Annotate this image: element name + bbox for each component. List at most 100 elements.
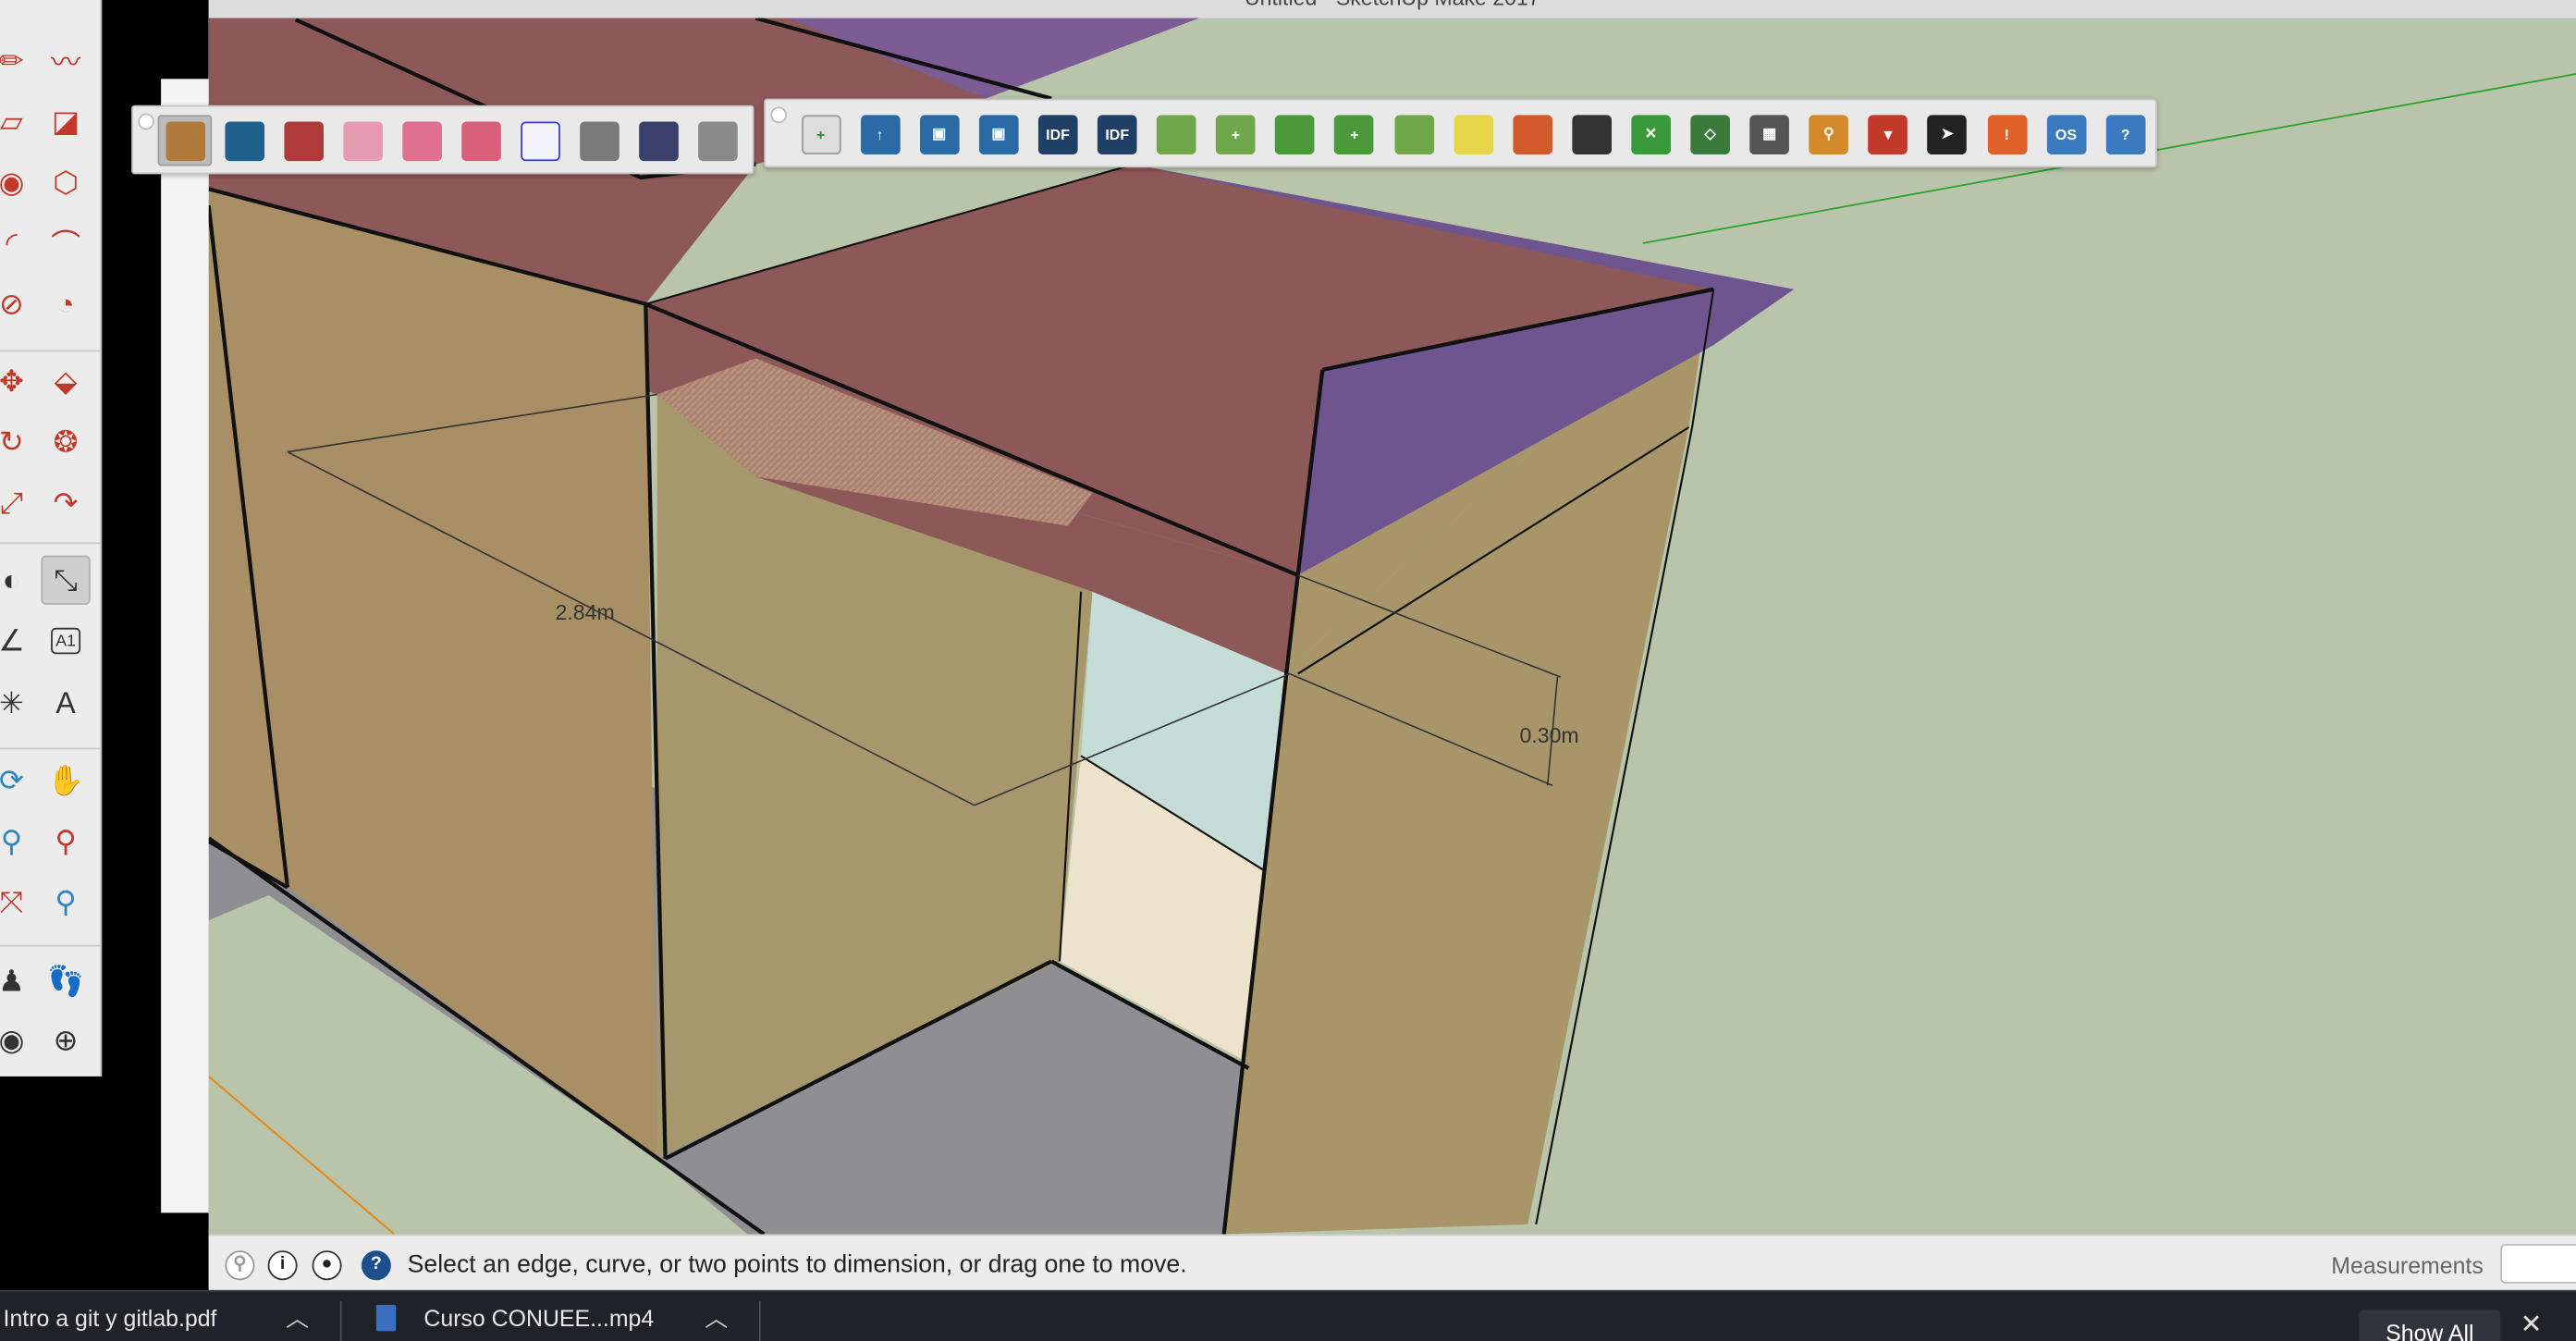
orbit-tool-icon[interactable]: ⟳ — [0, 756, 36, 805]
arc-tool-icon[interactable]: ◜ — [0, 218, 36, 267]
add-light-glyph — [1453, 114, 1493, 154]
show-all-icon[interactable]: ▦ — [1742, 108, 1797, 159]
walk-tool-icon[interactable]: 👣 — [41, 956, 90, 1005]
surface-matching-icon[interactable] — [1149, 108, 1204, 159]
export-idf-icon[interactable]: IDF — [1090, 108, 1145, 159]
model-scene[interactable]: 2.84m 0.30m — [208, 18, 2576, 1235]
new-space-glyph — [165, 120, 205, 161]
add-space-type-icon[interactable]: + — [1208, 108, 1263, 159]
import-idf-icon[interactable]: IDF — [1031, 108, 1086, 159]
add-space-type-glyph: + — [1216, 114, 1256, 154]
show-all-glyph: ▦ — [1749, 114, 1790, 154]
new-file-icon[interactable]: + — [793, 108, 848, 159]
render-by-thermal-zone-icon[interactable] — [1387, 108, 1441, 159]
new-interior-partition-icon[interactable] — [453, 115, 508, 166]
instructor-help-icon[interactable]: ? — [361, 1250, 391, 1281]
credits-icon[interactable]: i — [267, 1250, 298, 1281]
import-idf-glyph: IDF — [1037, 114, 1078, 154]
dimension-width-label[interactable]: 2.84m — [556, 600, 615, 624]
openstudio-app-icon[interactable]: OS — [2039, 108, 2093, 159]
help-icon[interactable]: ? — [2098, 108, 2153, 159]
new-thermal-zone-icon[interactable] — [217, 115, 272, 166]
new-surface-icon[interactable] — [276, 115, 331, 166]
dimension-height-label[interactable]: 0.30m — [1520, 723, 1579, 747]
freehand-tool-icon[interactable]: 〰 — [41, 36, 90, 85]
new-illuminance-map-icon[interactable] — [571, 115, 626, 166]
inspector-search-icon[interactable]: ⚲ — [1802, 108, 1857, 159]
push-pull-tool-icon[interactable]: ⬙ — [41, 357, 90, 406]
protractor-tool-icon[interactable]: ∠ — [0, 616, 36, 665]
offset-tool-icon[interactable]: ↷ — [41, 478, 90, 527]
new-subsurface-icon[interactable] — [335, 115, 389, 166]
dimension-tool-icon[interactable]: ⤡ — [41, 555, 91, 605]
pan-tool-icon[interactable]: ✋ — [41, 756, 90, 805]
move-tool-icon[interactable]: ✥ — [0, 357, 36, 406]
zoom-tool-icon[interactable]: ⚲ — [0, 817, 36, 866]
info-tool-icon[interactable]: ➤ — [1920, 108, 1975, 159]
background-window — [161, 79, 214, 1213]
surface-intersect-icon[interactable]: ✕ — [1624, 108, 1678, 159]
look-around-tool-icon[interactable]: ◉ — [0, 1015, 36, 1064]
text-tool-icon[interactable]: A1 — [51, 627, 81, 655]
rotate-tool-icon[interactable]: ↻ — [0, 417, 36, 466]
position-camera-tool-icon[interactable]: ♟ — [0, 956, 36, 1005]
render-by-boundary-icon[interactable] — [1505, 108, 1560, 159]
split-surfaces-icon[interactable] — [1564, 108, 1619, 159]
palette-separator — [0, 350, 101, 352]
open-file-icon[interactable]: ↑ — [853, 108, 907, 159]
filter-icon[interactable]: ▼ — [1861, 108, 1916, 159]
3d-text-tool-icon[interactable]: A — [41, 679, 90, 728]
zoom-extents-tool-icon[interactable]: ⤧ — [0, 878, 36, 927]
inspector-search-glyph: ⚲ — [1809, 114, 1849, 154]
save-as-glyph: ▣ — [978, 114, 1019, 154]
save-file-icon[interactable]: ▣ — [912, 108, 966, 159]
new-daylighting-control-icon[interactable] — [631, 115, 685, 166]
new-space-icon[interactable] — [157, 115, 213, 166]
line-tool-icon[interactable]: ✏ — [0, 36, 36, 85]
set-attributes-glyph — [1275, 114, 1315, 154]
add-light-icon[interactable] — [1446, 108, 1501, 159]
pie-tool-icon[interactable]: ◔ — [41, 279, 90, 328]
chevron-up-icon[interactable]: ︿ — [705, 1301, 728, 1335]
user-account-icon[interactable]: ● — [312, 1250, 342, 1281]
schedule-calendar-glyph — [697, 120, 737, 161]
section-plane-tool-icon[interactable]: ⊕ — [41, 1015, 90, 1064]
screen: Untitled - SketchUp Make 2017 — [0, 0, 2576, 1341]
download-item-pdf[interactable]: Intro a git y gitlab.pdf — [4, 1305, 217, 1331]
rectangle-tool-icon[interactable]: ▱ — [0, 97, 36, 146]
status-bar: ⚲ i ● ? Select an edge, curve, or two po… — [208, 1234, 2576, 1292]
zoom-window-tool-icon[interactable]: ⚲ — [41, 817, 90, 866]
polygon-tool-icon[interactable]: ⬡ — [41, 158, 90, 207]
previous-view-tool-icon[interactable]: ⚲ — [41, 878, 90, 927]
follow-me-tool-icon[interactable]: ❂ — [41, 417, 90, 466]
new-surface-glyph — [283, 120, 324, 161]
render-by-boundary-glyph — [1512, 114, 1552, 154]
rotated-rectangle-tool-icon[interactable]: ◪ — [41, 97, 90, 146]
schedule-calendar-icon[interactable] — [690, 115, 744, 166]
show-all-button[interactable]: Show All — [2359, 1310, 2501, 1341]
axes-tool-icon[interactable]: ✳ — [0, 679, 36, 728]
tape-measure-tool-icon[interactable]: ◐ — [0, 556, 36, 605]
two-point-arc-tool-icon[interactable]: ⌒ — [41, 218, 90, 267]
split-surfaces-glyph — [1572, 114, 1612, 154]
measurements-input[interactable] — [2500, 1244, 2576, 1284]
download-item-video[interactable]: Curso CONUEE...mp4 — [423, 1305, 654, 1331]
toolbar-openstudio-main: + ↑ ▣ ▣ IDF IDF + + ✕ ◇ ▦ ⚲ ▼ ➤! OS? — [764, 98, 2157, 168]
close-icon[interactable]: ✕ — [2521, 1308, 2543, 1341]
set-attributes-icon[interactable] — [1268, 108, 1322, 159]
add-construction-icon[interactable]: + — [1327, 108, 1381, 159]
warning-icon[interactable]: ! — [1980, 108, 2034, 159]
toolbar-grip[interactable] — [138, 113, 155, 130]
circle-tool-icon[interactable]: ◉ — [0, 158, 36, 207]
new-shading-surface-icon[interactable] — [394, 115, 448, 166]
model-viewport[interactable]: 2.84m 0.30m — [208, 18, 2576, 1235]
wireframe-space-icon[interactable] — [512, 115, 567, 166]
show-floor-plane-icon[interactable]: ◇ — [1683, 108, 1737, 159]
chevron-up-icon[interactable]: ︿ — [286, 1301, 309, 1335]
geo-location-icon[interactable]: ⚲ — [225, 1250, 255, 1281]
save-as-icon[interactable]: ▣ — [972, 108, 1026, 159]
toolbar-grip[interactable] — [770, 106, 788, 124]
palette-separator — [0, 542, 101, 545]
three-point-arc-tool-icon[interactable]: ⊘ — [0, 279, 36, 328]
scale-tool-icon[interactable]: ⤢ — [0, 478, 36, 527]
